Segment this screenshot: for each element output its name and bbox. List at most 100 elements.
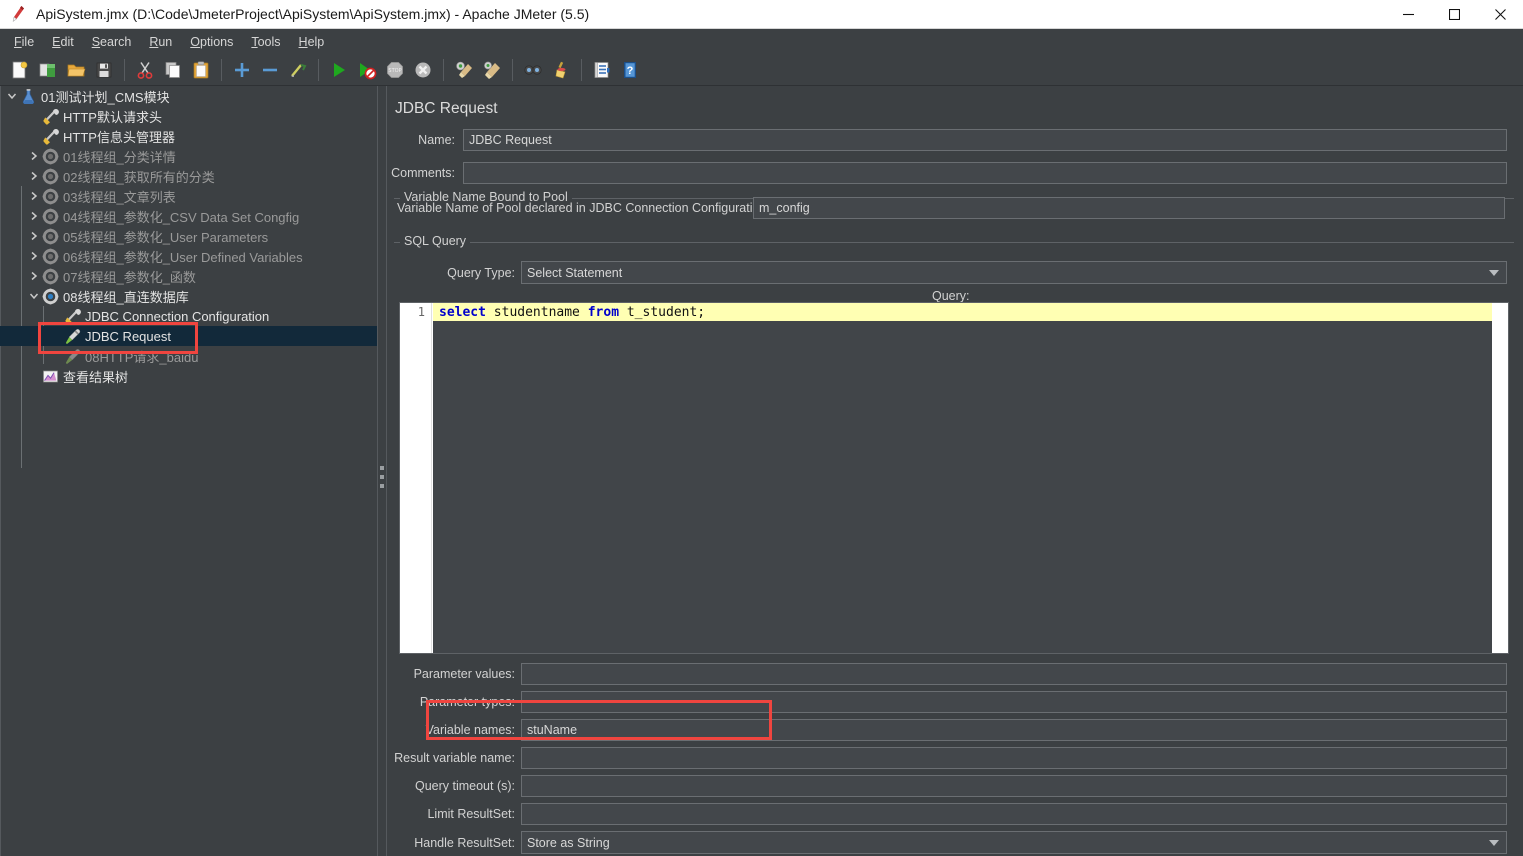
test-plan-tree[interactable]: 01测试计划_CMS模块 HTTP默认请求头 HTTP信息头管理器 01线程组_分类详… xyxy=(0,86,377,856)
stop-icon[interactable]: STOP xyxy=(381,57,408,83)
tree-node-3[interactable]: 01线程组_分类详情 xyxy=(0,146,377,166)
param-field-5[interactable] xyxy=(521,803,1507,825)
tree-node-6[interactable]: 04线程组_参数化_CSV Data Set Congfig xyxy=(0,206,377,226)
param-field-2[interactable]: stuName xyxy=(521,719,1507,741)
start-icon[interactable] xyxy=(325,57,352,83)
tree-node-2[interactable]: HTTP信息头管理器 xyxy=(0,126,377,146)
param-row-1: Parameter types: xyxy=(387,691,1515,713)
chevron-down-icon[interactable] xyxy=(26,286,42,306)
tree-node-11[interactable]: JDBC Connection Configuration xyxy=(0,306,377,326)
tree-rows: 01测试计划_CMS模块 HTTP默认请求头 HTTP信息头管理器 01线程组_分类详… xyxy=(0,86,377,386)
splitter-grip[interactable] xyxy=(380,466,384,488)
templates-icon[interactable] xyxy=(34,57,61,83)
collapse-all-icon[interactable] xyxy=(256,57,283,83)
thread-group-disabled-icon xyxy=(42,168,59,184)
thread-group-disabled-icon xyxy=(42,228,59,244)
tree-node-1[interactable]: HTTP默认请求头 xyxy=(0,106,377,126)
menu-options[interactable]: Options xyxy=(181,32,242,52)
chevron-down-icon[interactable] xyxy=(4,86,20,106)
name-input[interactable]: JDBC Request xyxy=(463,129,1507,151)
sql-group-legend: SQL Query xyxy=(400,234,471,248)
tree-node-5[interactable]: 03线程组_文章列表 xyxy=(0,186,377,206)
tree-node-10[interactable]: 08线程组_直连数据库 xyxy=(0,286,377,306)
menu-help[interactable]: Help xyxy=(290,32,334,52)
tree-node-9[interactable]: 07线程组_参数化_函数 xyxy=(0,266,377,286)
tree-node-label: 01线程组_分类详情 xyxy=(63,149,176,165)
chevron-right-icon[interactable] xyxy=(26,146,42,166)
open-icon[interactable] xyxy=(62,57,89,83)
tree-node-8[interactable]: 06线程组_参数化_User Defined Variables xyxy=(0,246,377,266)
toolbar-separator xyxy=(443,58,444,81)
tree-node-0[interactable]: 01测试计划_CMS模块 xyxy=(0,86,377,106)
search-icon[interactable] xyxy=(519,57,546,83)
tree-node-13[interactable]: 08HTTP请求_baidu xyxy=(0,346,377,366)
param-label-5: Limit ResultSet: xyxy=(427,807,515,821)
param-row-4: Query timeout (s): xyxy=(387,775,1515,797)
menu-edit[interactable]: Edit xyxy=(43,32,83,52)
tree-twisty-empty xyxy=(26,106,42,126)
tree-node-label: 04线程组_参数化_CSV Data Set Congfig xyxy=(63,209,300,225)
chevron-right-icon[interactable] xyxy=(26,166,42,186)
param-label-3: Result variable name: xyxy=(394,751,515,765)
jmeter-feather-icon xyxy=(6,0,32,29)
param-row-0: Parameter values: xyxy=(387,663,1515,685)
query-type-select[interactable]: Select Statement xyxy=(521,261,1507,284)
toolbar: STOP ? xyxy=(0,54,1523,131)
param-field-1[interactable] xyxy=(521,691,1507,713)
tree-node-label: HTTP默认请求头 xyxy=(63,109,162,125)
param-field-0[interactable] xyxy=(521,663,1507,685)
tree-node-14[interactable]: 查看结果树 xyxy=(0,366,377,386)
chevron-right-icon[interactable] xyxy=(26,266,42,286)
chevron-right-icon[interactable] xyxy=(26,206,42,226)
tree-node-label: 查看结果树 xyxy=(63,369,129,385)
pool-variable-input[interactable]: m_config xyxy=(753,197,1505,219)
svg-text:STOP: STOP xyxy=(388,68,401,74)
new-icon[interactable] xyxy=(6,57,33,83)
sql-query-editor[interactable]: 1 select studentname from t_student; xyxy=(399,302,1509,654)
query-header-label: Query: xyxy=(932,289,970,303)
param-label-6: Handle ResultSet: xyxy=(414,835,515,850)
shutdown-icon[interactable] xyxy=(409,57,436,83)
clear-icon[interactable] xyxy=(450,57,477,83)
query-type-row: Query Type: Select Statement xyxy=(387,261,1515,284)
param-field-6[interactable]: Store as String xyxy=(521,831,1507,854)
clear-all-icon[interactable] xyxy=(478,57,505,83)
param-field-4[interactable] xyxy=(521,775,1507,797)
tree-node-label: 08线程组_直连数据库 xyxy=(63,289,189,305)
panel-splitter[interactable] xyxy=(377,86,387,856)
config-element-icon xyxy=(43,128,59,144)
save-icon[interactable] xyxy=(90,57,117,83)
reset-search-icon[interactable] xyxy=(547,57,574,83)
tree-node-4[interactable]: 02线程组_获取所有的分类 xyxy=(0,166,377,186)
menu-search[interactable]: Search xyxy=(83,32,141,52)
editor-vertical-scrollbar[interactable] xyxy=(1492,303,1508,653)
close-button[interactable] xyxy=(1477,0,1523,29)
paste-icon[interactable] xyxy=(187,57,214,83)
expand-all-icon[interactable] xyxy=(228,57,255,83)
comments-row: Comments: xyxy=(387,162,1515,184)
cut-icon[interactable] xyxy=(131,57,158,83)
minimize-button[interactable] xyxy=(1385,0,1431,29)
sql-code-line[interactable]: select studentname from t_student; xyxy=(433,303,1492,321)
chevron-right-icon[interactable] xyxy=(26,226,42,246)
toggle-icon[interactable] xyxy=(284,57,311,83)
editor-body[interactable]: select studentname from t_student; xyxy=(433,303,1492,653)
menu-file[interactable]: File xyxy=(5,32,43,52)
param-field-3[interactable] xyxy=(521,747,1507,769)
menu-tools[interactable]: Tools xyxy=(242,32,289,52)
tree-node-7[interactable]: 05线程组_参数化_User Parameters xyxy=(0,226,377,246)
tree-twisty-empty xyxy=(26,366,42,386)
chevron-right-icon[interactable] xyxy=(26,186,42,206)
comments-input[interactable] xyxy=(463,162,1507,184)
thread-group-disabled-icon xyxy=(42,148,59,164)
function-helper-icon[interactable] xyxy=(588,57,615,83)
start-no-pauses-icon[interactable] xyxy=(353,57,380,83)
sql-token-table: t_student; xyxy=(619,304,706,320)
maximize-button[interactable] xyxy=(1431,0,1477,29)
chevron-right-icon[interactable] xyxy=(26,246,42,266)
tree-node-label: JDBC Request xyxy=(85,328,171,344)
help-icon[interactable]: ? xyxy=(616,57,643,83)
tree-node-12[interactable]: JDBC Request xyxy=(0,326,377,346)
copy-icon[interactable] xyxy=(159,57,186,83)
menu-run[interactable]: Run xyxy=(140,32,181,52)
